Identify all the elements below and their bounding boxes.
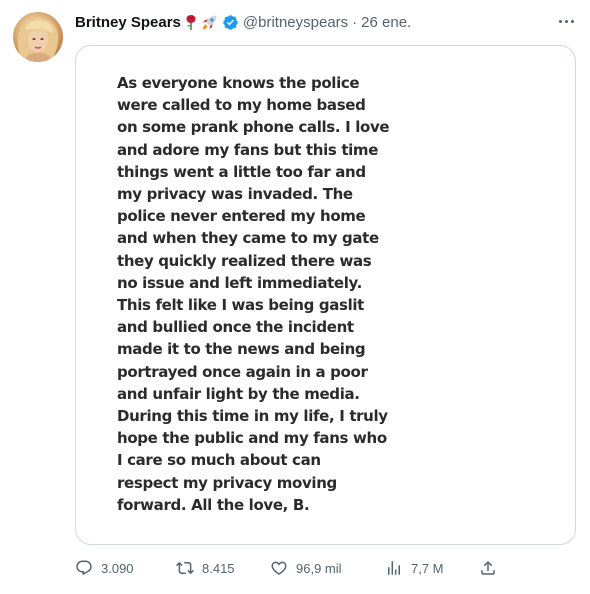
verified-badge-icon [222,14,239,31]
heart-icon [271,561,287,575]
statement-text: As everyone knows the police were called… [117,74,390,514]
action-bar: 3.090 8.415 96,9 mil 7,7 M [75,557,515,579]
more-icon[interactable] [554,12,578,30]
avatar[interactable] [13,12,63,62]
reply-icon [76,560,92,576]
retweet-count: 8.415 [202,560,235,576]
views-icon [388,561,400,575]
tweet-date[interactable]: 26 ene. [361,14,411,31]
reply-count: 3.090 [101,560,134,576]
share-button[interactable] [479,557,505,579]
views-button[interactable]: 7,7 M [385,557,444,579]
author-handle[interactable]: @britneyspears [243,14,348,31]
rose-emoji-icon [185,14,197,30]
tweet[interactable]: Britney Spears @britneyspears · 26 ene. … [0,0,590,594]
avatar-image [17,17,59,62]
like-count: 96,9 mil [296,560,342,576]
share-icon [481,560,495,575]
author-name[interactable]: Britney Spears [75,14,181,31]
retweet-button[interactable]: 8.415 [176,557,235,579]
reply-button[interactable]: 3.090 [75,557,134,579]
views-count: 7,7 M [411,560,444,576]
retweet-icon [176,561,194,575]
tweet-header: Britney Spears @britneyspears · 26 ene. [75,11,411,33]
rocket-emoji-icon [201,14,218,31]
separator-dot: · [352,13,358,31]
like-button[interactable]: 96,9 mil [270,557,342,579]
